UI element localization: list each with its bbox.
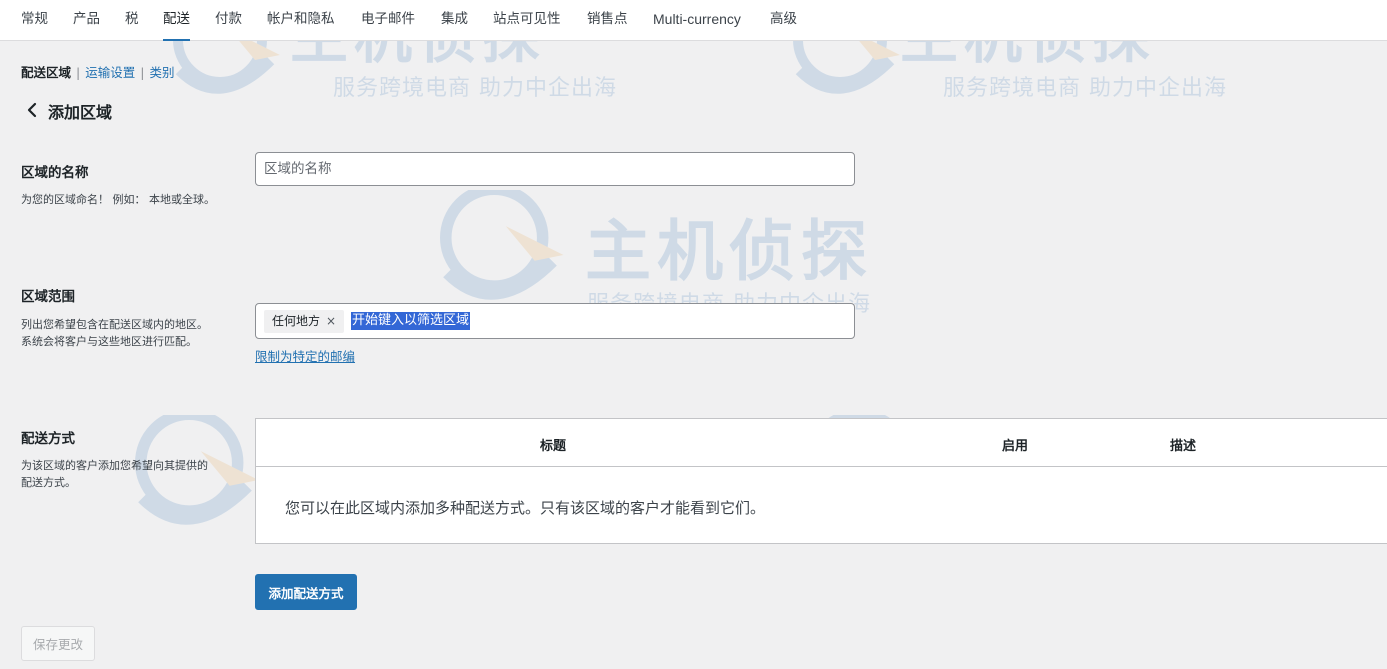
settings-tabs: 常规 产品 税 配送 付款 帐户和隐私 电子邮件 集成 站点可见性 销售点 Mu…: [0, 0, 1387, 41]
save-changes-button[interactable]: 保存更改: [21, 626, 95, 661]
chip-remove-icon[interactable]: ×: [326, 314, 336, 328]
zone-name-input[interactable]: [255, 152, 855, 186]
tab-general[interactable]: 常规: [21, 0, 48, 41]
tab-integration[interactable]: 集成: [441, 0, 468, 41]
region-chip-label: 任何地方: [272, 314, 321, 328]
tab-tax[interactable]: 税: [125, 0, 139, 41]
subnav-current: 配送区域: [21, 65, 72, 80]
shipping-methods-label: 配送方式: [21, 431, 75, 447]
shipping-methods-table: 标题 启用 描述 您可以在此区域内添加多种配送方式。只有该区域的客户才能看到它们…: [255, 418, 1387, 544]
zone-regions-label: 区域范围: [21, 289, 75, 305]
shipping-subnav: 配送区域 | 运输设置 | 类别: [21, 62, 174, 81]
page-title: 添加区域: [48, 103, 113, 122]
subnav-shipping-settings-link[interactable]: 运输设置: [85, 65, 135, 80]
zone-regions-select[interactable]: 任何地方 × 开始键入以筛选区域: [255, 303, 855, 339]
limit-postcodes-link[interactable]: 限制为特定的邮编: [255, 346, 355, 365]
region-chip: 任何地方 ×: [264, 310, 345, 333]
chevron-left-icon[interactable]: [24, 100, 40, 120]
tab-accounts-privacy[interactable]: 帐户和隐私: [267, 0, 335, 41]
empty-methods-message: 您可以在此区域内添加多种配送方式。只有该区域的客户才能看到它们。: [285, 499, 766, 517]
add-shipping-method-button[interactable]: 添加配送方式: [255, 574, 357, 610]
subnav-separator: |: [76, 65, 81, 80]
subnav-classes-link[interactable]: 类别: [149, 65, 174, 80]
subnav-separator: |: [140, 65, 145, 80]
watermark-logo-icon: [440, 190, 564, 300]
watermark-text: 主机侦探: [585, 213, 873, 290]
zone-regions-description: 列出您希望包含在配送区域内的地区。 系统会将客户与这些地区进行匹配。: [21, 318, 208, 348]
tab-emails[interactable]: 电子邮件: [361, 0, 415, 41]
zone-name-description: 为您的区域命名！ 例如： 本地或全球。: [21, 193, 215, 206]
shipping-methods-description: 为该区域的客户添加您希望向其提供的配送方式。: [21, 459, 208, 489]
watermark-subtext: 服务跨境电商 助力中企出海: [943, 76, 1227, 101]
tab-site-visibility[interactable]: 站点可见性: [493, 0, 561, 41]
table-header-divider: [256, 466, 1387, 467]
zone-name-label: 区域的名称: [21, 165, 89, 181]
region-search-input[interactable]: 开始键入以筛选区域: [351, 312, 471, 330]
tab-shipping[interactable]: 配送: [163, 0, 190, 41]
column-header-title: 标题: [540, 439, 567, 454]
tab-multi-currency[interactable]: Multi-currency: [653, 0, 741, 41]
tab-products[interactable]: 产品: [73, 0, 100, 41]
tab-payments[interactable]: 付款: [215, 0, 242, 41]
column-header-description: 描述: [1170, 439, 1197, 454]
watermark-subtext: 服务跨境电商 助力中企出海: [333, 76, 617, 101]
tab-point-of-sale[interactable]: 销售点: [587, 0, 628, 41]
tab-advanced[interactable]: 高级: [770, 0, 797, 41]
column-header-enabled: 启用: [1002, 439, 1029, 454]
